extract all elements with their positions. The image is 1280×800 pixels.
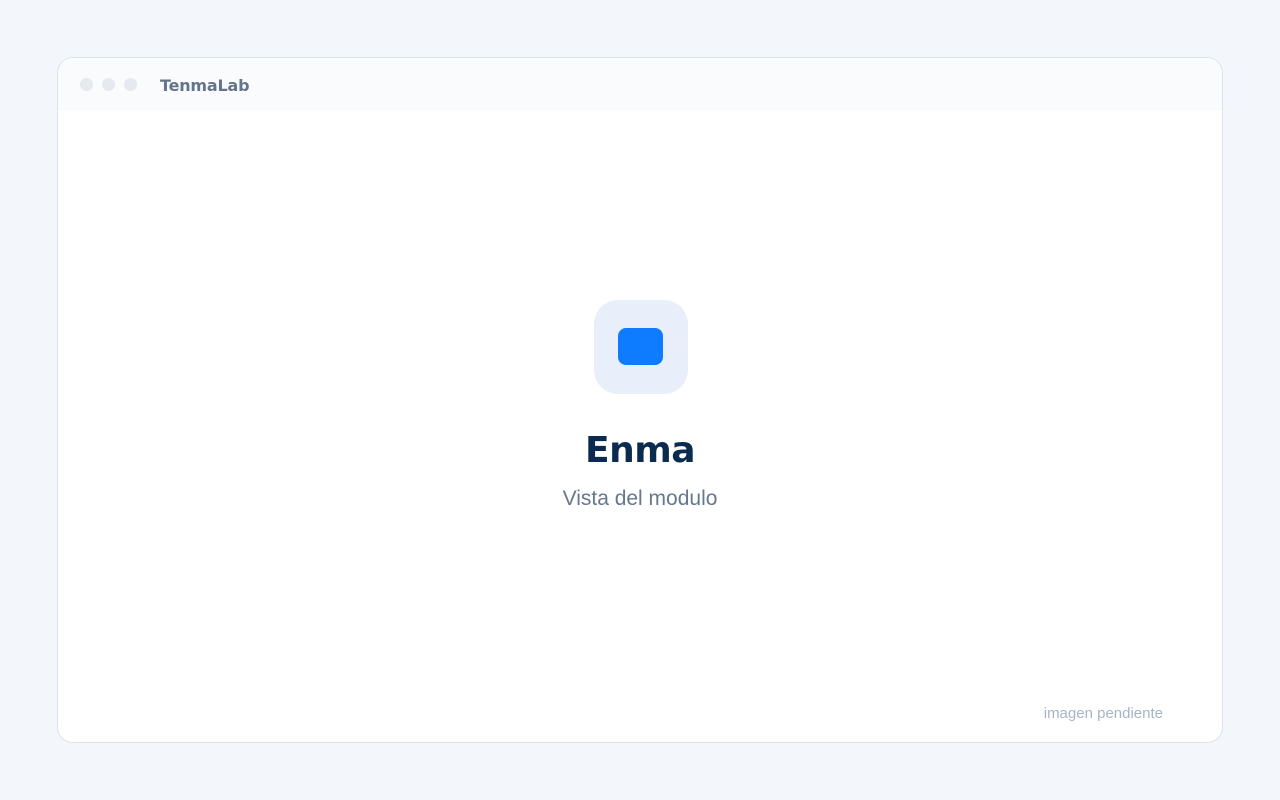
window-minimize-dot[interactable]: [102, 78, 115, 91]
app-icon-tile: [594, 300, 688, 394]
app-title: TenmaLab: [160, 76, 250, 95]
app-window: TenmaLab Enma Vista del modulo imagen pe…: [57, 57, 1223, 743]
page-title: Enma: [584, 430, 696, 471]
image-pending-label: imagen pendiente: [1043, 705, 1163, 722]
title-bar: TenmaLab: [58, 58, 1222, 111]
page-subtitle: Vista del modulo: [562, 487, 718, 510]
window-close-dot[interactable]: [80, 78, 93, 91]
window-maximize-dot[interactable]: [124, 78, 137, 91]
app-icon: [618, 328, 663, 365]
